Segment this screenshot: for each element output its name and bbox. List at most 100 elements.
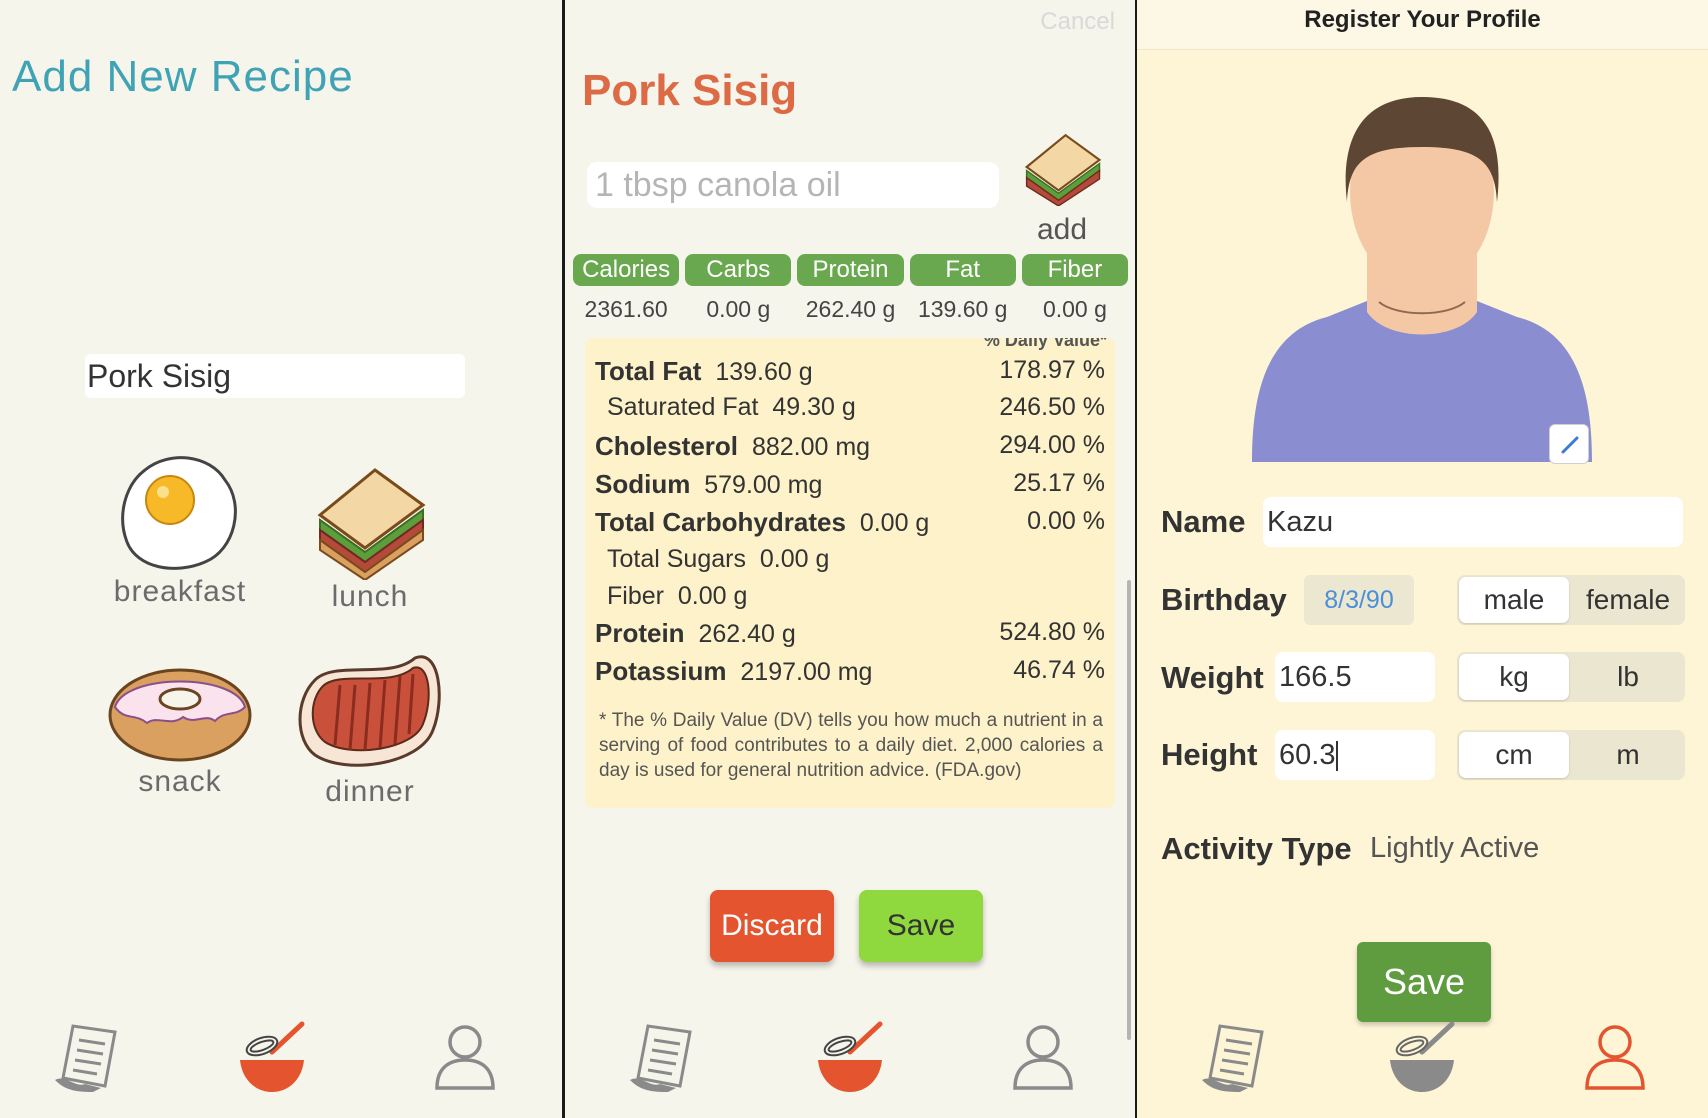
fact-percent: 0.00 % [1027,507,1105,535]
scrollbar[interactable] [1127,580,1131,1040]
nutrient-label: Calories [573,254,680,286]
meal-dinner-button[interactable]: dinner [290,650,450,809]
fact-name: Total Sugars [607,545,746,573]
nutrient-value: 0.00 g [1042,296,1107,322]
whisk-bowl-icon[interactable] [1382,1018,1462,1098]
meal-snack-button[interactable]: snack [100,655,260,799]
fact-amount: 49.30 g [772,393,856,421]
fact-amount: 262.40 g [698,620,796,648]
nutrient-value: 139.60 g [917,296,1008,322]
edit-avatar-button[interactable] [1549,424,1589,464]
fact-row: Fiber 0.00 g [595,582,1105,616]
avatar[interactable] [1247,92,1597,472]
fact-row: Potassium 2197.00 mg 46.74 % [595,656,1105,690]
fact-amount: 0.00 g [859,509,930,537]
birthday-label: Birthday [1161,582,1287,617]
daily-value-header: % Daily Value* [983,338,1107,350]
height-unit-control[interactable]: cm m [1457,730,1685,780]
fact-amount: 882.00 mg [751,433,871,461]
unit-cm-option[interactable]: cm [1459,732,1569,778]
tab-bar [565,998,1135,1118]
fact-name: Sodium [595,469,691,499]
register-profile-screen: Register Your Profile Name Kazu Birthday… [1137,0,1708,1118]
add-recipe-screen: Add New Recipe Pork Sisig breakfast lunc… [0,0,562,1118]
pencil-icon [1561,436,1579,454]
meal-lunch-button[interactable]: lunch [290,460,450,614]
tab-bar [0,998,562,1118]
nutrient-protein: Protein 262.40 g [797,254,904,323]
name-label: Name [1161,504,1246,539]
height-input[interactable]: 60.3 [1275,730,1435,780]
fact-row: Total Sugars 0.00 g [595,545,1105,579]
height-value: 60.3 [1279,739,1336,771]
fact-row: Sodium 579.00 mg 25.17 % [595,469,1105,503]
fact-percent: 294.00 % [999,431,1105,459]
page-title: Add New Recipe [12,52,354,101]
discard-button[interactable]: Discard [710,890,834,962]
fact-name: Protein [595,618,685,648]
fact-percent: 246.50 % [999,393,1105,421]
gender-female-option[interactable]: female [1571,575,1685,625]
gender-male-option[interactable]: male [1459,577,1569,623]
recipe-list-icon[interactable] [1192,1018,1272,1098]
nutrient-label: Carbs [685,254,792,286]
height-label: Height [1161,737,1258,772]
meal-breakfast-button[interactable]: breakfast [100,450,260,609]
fact-name: Total Fat [595,356,702,386]
profile-icon[interactable] [1575,1018,1655,1098]
activity-label: Activity Type [1161,831,1352,866]
unit-lb-option[interactable]: lb [1571,652,1685,702]
gender-segmented-control[interactable]: male female [1457,575,1685,625]
fact-name: Saturated Fat [607,393,759,421]
name-input[interactable]: Kazu [1263,497,1683,547]
fact-row: Total Carbohydrates 0.00 g 0.00 % [595,507,1105,541]
nutrient-value: 262.40 g [805,296,896,322]
weight-unit-control[interactable]: kg lb [1457,652,1685,702]
sandwich-icon [1024,133,1102,207]
birthday-picker[interactable]: 8/3/90 [1304,575,1414,625]
fact-row: Protein 262.40 g 524.80 % [595,618,1105,652]
fact-name: Potassium [595,656,727,686]
nutrient-value: 2361.60 [584,296,668,322]
nutrition-facts-label[interactable]: % Daily Value* Total Fat 139.60 g 178.97… [585,338,1115,808]
fact-row: Total Fat 139.60 g 178.97 % [595,356,1105,390]
fact-amount: 2197.00 mg [740,658,873,686]
nutrient-label: Protein [797,254,904,286]
cancel-button[interactable]: Cancel [1040,8,1115,36]
add-label: add [1036,213,1088,246]
nutrient-fat: Fat 139.60 g [909,254,1016,323]
fact-amount: 0.00 g [677,582,748,610]
fact-amount: 579.00 mg [704,471,823,499]
recipe-name-input[interactable]: Pork Sisig [85,354,465,398]
whisk-bowl-icon[interactable] [810,1018,890,1098]
recipe-list-icon[interactable] [620,1018,700,1098]
add-ingredient-button[interactable]: add [1012,128,1112,247]
recipe-list-icon[interactable] [45,1018,125,1098]
meal-label: dinner [325,775,415,808]
ingredient-input[interactable]: 1 tbsp canola oil [587,162,999,208]
tab-bar [1137,998,1708,1118]
meal-label: snack [138,765,222,798]
fact-name: Total Carbohydrates [595,507,846,537]
nutrient-label: Fat [909,254,1016,286]
weight-label: Weight [1161,660,1264,695]
unit-m-option[interactable]: m [1571,730,1685,780]
recipe-title: Pork Sisig [582,66,798,115]
donut-icon [108,668,252,762]
profile-icon[interactable] [1003,1018,1083,1098]
recipe-nutrition-screen: Cancel Pork Sisig 1 tbsp canola oil add … [565,0,1135,1118]
fried-egg-icon [121,456,237,570]
save-button[interactable]: Save [859,890,983,962]
whisk-bowl-icon[interactable] [232,1018,312,1098]
profile-icon[interactable] [425,1018,505,1098]
nutrient-label: Fiber [1021,254,1129,286]
weight-input[interactable]: 166.5 [1275,652,1435,702]
fact-row: Saturated Fat 49.30 g 246.50 % [595,393,1105,427]
fact-name: Fiber [607,582,664,610]
meal-label: lunch [331,580,409,613]
steak-icon [298,655,441,767]
unit-kg-option[interactable]: kg [1459,654,1569,700]
fact-percent: 178.97 % [999,356,1105,384]
nutrient-summary: Calories 2361.60 Carbs 0.00 g Protein 26… [573,254,1129,323]
activity-type-selector[interactable]: Lightly Active [1370,832,1539,865]
